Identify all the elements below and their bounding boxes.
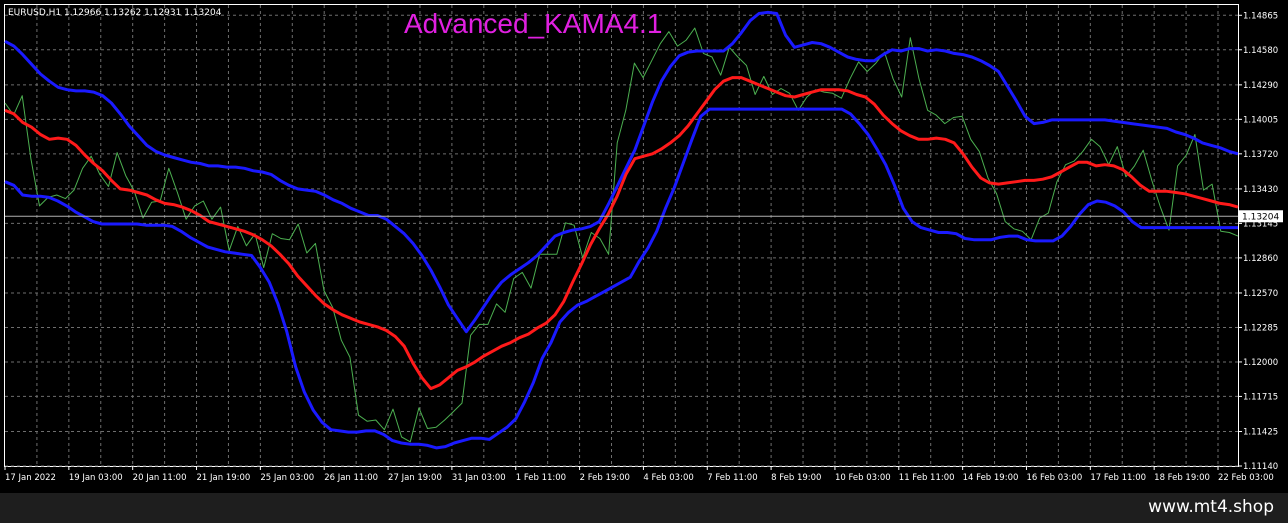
- y-tick-label: 1.13430: [1243, 185, 1278, 195]
- footer-bar: www.mt4.shop: [0, 493, 1288, 523]
- price-series-line: [4, 27, 1239, 443]
- price-chart[interactable]: 1.14865 1.14580 1.14290 1.14005 1.13720 1.134…: [0, 0, 1288, 493]
- x-tick-label: 8 Feb 19:00: [771, 473, 821, 483]
- y-tick-label: 1.13720: [1243, 150, 1278, 160]
- grid-lines: [5, 5, 1238, 467]
- x-tick-label: 25 Jan 03:00: [260, 473, 314, 483]
- y-tick-label: 1.11425: [1243, 428, 1278, 438]
- indicator-title: Advanced_KAMA4.1: [404, 8, 662, 39]
- current-price-label: 1.13204: [1242, 212, 1279, 222]
- kama-line: [4, 76, 1239, 391]
- x-axis: 17 Jan 2022 19 Jan 03:00 20 Jan 11:00 21 Ja…: [4, 466, 1274, 483]
- y-tick-label: 1.12570: [1243, 289, 1278, 299]
- y-tick-label: 1.14865: [1243, 11, 1278, 21]
- y-tick-label: 1.14580: [1243, 46, 1278, 56]
- x-tick-label: 17 Jan 2022: [5, 473, 56, 483]
- x-tick-label: 4 Feb 03:00: [643, 473, 693, 483]
- x-tick-label: 21 Jan 19:00: [197, 473, 251, 483]
- x-tick-label: 2 Feb 19:00: [580, 473, 630, 483]
- x-tick-label: 22 Feb 03:00: [1218, 473, 1274, 483]
- x-tick-label: 11 Feb 11:00: [899, 473, 955, 483]
- x-tick-label: 19 Jan 03:00: [69, 473, 123, 483]
- x-tick-label: 14 Feb 19:00: [963, 473, 1019, 483]
- y-tick-label: 1.11140: [1243, 462, 1278, 472]
- x-tick-label: 17 Feb 11:00: [1090, 473, 1146, 483]
- x-tick-label: 18 Feb 19:00: [1154, 473, 1210, 483]
- y-tick-label: 1.14290: [1243, 81, 1278, 91]
- lower-band-line: [4, 107, 1238, 450]
- y-axis: 1.14865 1.14580 1.14290 1.14005 1.13720 1.134…: [1238, 11, 1278, 472]
- y-tick-label: 1.12285: [1243, 323, 1278, 333]
- x-tick-label: 1 Feb 11:00: [516, 473, 566, 483]
- x-tick-label: 31 Jan 03:00: [452, 473, 506, 483]
- site-label: www.mt4.shop: [1148, 497, 1274, 517]
- y-tick-label: 1.12000: [1243, 358, 1278, 368]
- x-tick-label: 20 Jan 11:00: [133, 473, 187, 483]
- current-price-marker: 1.13204: [1239, 210, 1283, 223]
- symbol-info: EURUSD,H1 1.12966 1.13262 1.12931 1.1320…: [8, 8, 222, 18]
- y-tick-label: 1.14005: [1243, 115, 1278, 125]
- x-tick-label: 7 Feb 11:00: [707, 473, 757, 483]
- y-tick-label: 1.11715: [1243, 392, 1278, 402]
- y-tick-label: 1.12860: [1243, 254, 1278, 264]
- x-tick-label: 26 Jan 11:00: [324, 473, 378, 483]
- x-tick-label: 16 Feb 03:00: [1026, 473, 1082, 483]
- x-tick-label: 10 Feb 03:00: [835, 473, 891, 483]
- x-tick-label: 27 Jan 19:00: [388, 473, 442, 483]
